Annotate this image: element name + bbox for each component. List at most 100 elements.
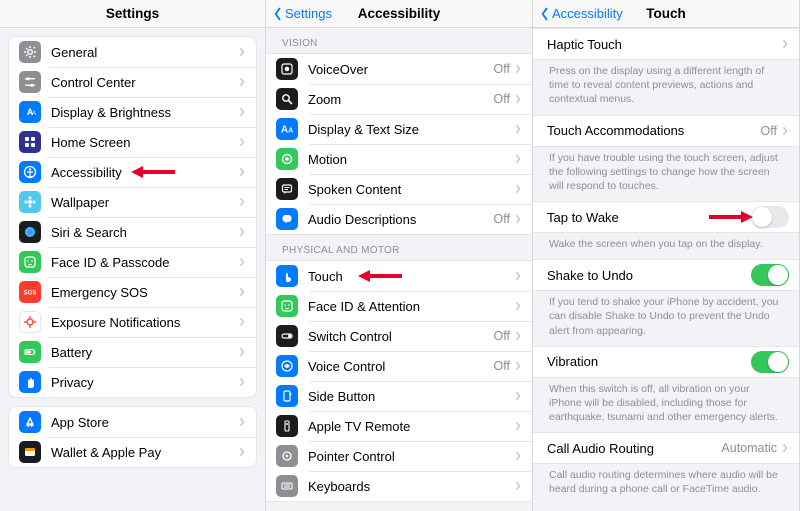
keyboard-icon [276, 475, 298, 497]
settings-group: General Control Center AADisplay & Brightn… [8, 36, 257, 398]
row-control-center[interactable]: Control Center [9, 67, 256, 97]
chevron-right-icon [514, 480, 522, 492]
row-battery[interactable]: Battery [9, 337, 256, 367]
row-home-screen[interactable]: Home Screen [9, 127, 256, 157]
chevron-right-icon [781, 38, 789, 50]
row-label: Wallet & Apple Pay [51, 445, 238, 460]
chevron-right-icon [238, 346, 246, 358]
settings-title: Settings [106, 6, 159, 21]
row-label: Home Screen [51, 135, 238, 150]
svg-text:AA: AA [281, 125, 293, 136]
touch-group: Call Audio RoutingAutomatic [533, 432, 799, 464]
voiceover-icon [276, 58, 298, 80]
row-tap-to-wake[interactable]: Tap to Wake [533, 202, 799, 232]
accessibility-list[interactable]: VISIONVoiceOverOffZoomOffAADisplay & Tex… [266, 28, 532, 511]
touch-group: Touch AccommodationsOff [533, 115, 799, 147]
aa-icon: AA [276, 118, 298, 140]
row-zoom[interactable]: ZoomOff [266, 84, 532, 114]
speak-icon [276, 178, 298, 200]
toggle-shake-to-undo[interactable] [751, 264, 789, 286]
row-call-audio[interactable]: Call Audio RoutingAutomatic [533, 433, 799, 463]
row-audio-desc[interactable]: Audio DescriptionsOff [266, 204, 532, 234]
row-vibration[interactable]: Vibration [533, 347, 799, 377]
row-pointer[interactable]: Pointer Control [266, 441, 532, 471]
touch-group: Vibration [533, 346, 799, 378]
row-label: Pointer Control [308, 449, 514, 464]
row-face-attention[interactable]: Face ID & Attention [266, 291, 532, 321]
footer-text: If you have trouble using the touch scre… [533, 147, 799, 202]
chevron-right-icon [514, 153, 522, 165]
row-label: Zoom [308, 92, 494, 107]
chevron-right-icon [238, 166, 246, 178]
svg-text:SOS: SOS [24, 291, 37, 297]
row-label: Control Center [51, 75, 238, 90]
row-touch[interactable]: Touch [266, 261, 532, 291]
row-accessibility[interactable]: Accessibility [9, 157, 256, 187]
row-voice-control[interactable]: Voice ControlOff [266, 351, 532, 381]
row-wallpaper[interactable]: Wallpaper [9, 187, 256, 217]
switch-icon [276, 325, 298, 347]
row-apple-tv[interactable]: Apple TV Remote [266, 411, 532, 441]
row-label: Tap to Wake [547, 210, 751, 225]
footer-text: Call audio routing determines where audi… [533, 464, 799, 504]
row-privacy[interactable]: Privacy [9, 367, 256, 397]
row-app-store[interactable]: App Store [9, 407, 256, 437]
motor-list: TouchFace ID & AttentionSwitch ControlOf… [266, 260, 532, 502]
toggle-vibration[interactable] [751, 351, 789, 373]
footer-text: When this switch is off, all vibration o… [533, 378, 799, 433]
row-keyboards[interactable]: Keyboards [266, 471, 532, 501]
row-label: Vibration [547, 354, 751, 369]
row-exposure[interactable]: Exposure Notifications [9, 307, 256, 337]
chevron-right-icon [514, 183, 522, 195]
row-wallet[interactable]: Wallet & Apple Pay [9, 437, 256, 467]
row-shake-to-undo[interactable]: Shake to Undo [533, 260, 799, 290]
footer-text: Press on the display using a different l… [533, 60, 799, 115]
chevron-right-icon [514, 360, 522, 372]
pointer-icon [276, 445, 298, 467]
face-icon [19, 251, 41, 273]
row-value: Off [494, 62, 510, 76]
row-label: Face ID & Passcode [51, 255, 238, 270]
row-text-size[interactable]: AADisplay & Text Size [266, 114, 532, 144]
row-general[interactable]: General [9, 37, 256, 67]
section-header-vision: VISION [266, 28, 532, 53]
row-switch-control[interactable]: Switch ControlOff [266, 321, 532, 351]
row-haptic-touch[interactable]: Haptic Touch [533, 29, 799, 59]
touch-column: Accessibility Touch Haptic TouchPress on… [533, 0, 800, 511]
battery-icon [19, 341, 41, 363]
row-voiceover[interactable]: VoiceOverOff [266, 54, 532, 84]
toggle-tap-to-wake[interactable] [751, 206, 789, 228]
chevron-right-icon [514, 420, 522, 432]
row-display[interactable]: AADisplay & Brightness [9, 97, 256, 127]
touch-list[interactable]: Haptic TouchPress on the display using a… [533, 28, 799, 511]
back-to-settings[interactable]: Settings [272, 6, 332, 21]
row-siri[interactable]: Siri & Search [9, 217, 256, 247]
row-spoken[interactable]: Spoken Content [266, 174, 532, 204]
touch-group: Shake to Undo [533, 259, 799, 291]
row-motion[interactable]: Motion [266, 144, 532, 174]
row-value: Off [494, 359, 510, 373]
chevron-right-icon [514, 270, 522, 282]
sun-icon: AA [19, 101, 41, 123]
chevron-right-icon [514, 123, 522, 135]
row-label: General [51, 45, 238, 60]
person-icon [19, 161, 41, 183]
row-touch-accom[interactable]: Touch AccommodationsOff [533, 116, 799, 146]
chevron-right-icon [514, 450, 522, 462]
row-label: Accessibility [51, 165, 238, 180]
motion-icon [276, 148, 298, 170]
settings-navbar: Settings [0, 0, 265, 28]
sos-icon: SOS [19, 281, 41, 303]
back-to-accessibility[interactable]: Accessibility [539, 6, 623, 21]
row-faceid[interactable]: Face ID & Passcode [9, 247, 256, 277]
chevron-right-icon [238, 136, 246, 148]
chevron-right-icon [781, 125, 789, 137]
chevron-right-icon [238, 256, 246, 268]
zoom-icon [276, 88, 298, 110]
chevron-right-icon [238, 226, 246, 238]
row-side-button[interactable]: Side Button [266, 381, 532, 411]
chevron-right-icon [514, 213, 522, 225]
row-label: Spoken Content [308, 182, 514, 197]
row-sos[interactable]: SOSEmergency SOS [9, 277, 256, 307]
settings-list[interactable]: General Control Center AADisplay & Brightn… [0, 28, 265, 511]
